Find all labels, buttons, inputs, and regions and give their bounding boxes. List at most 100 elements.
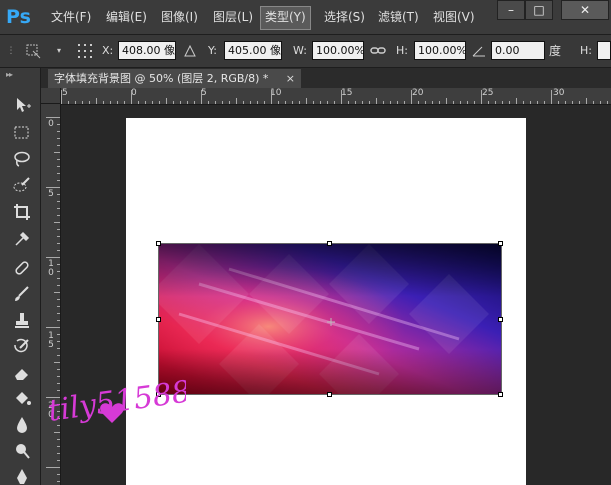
ruler-label: 30 [553, 88, 565, 98]
height-field[interactable]: 100.00% [414, 41, 466, 60]
pen-tool-icon[interactable] [10, 466, 34, 485]
document-workspace[interactable] [61, 105, 611, 485]
ruler-tick [57, 138, 60, 139]
ruler-label: 20 [412, 88, 424, 98]
blur-tool-icon[interactable] [10, 414, 34, 436]
ruler-tick [57, 145, 60, 146]
ruler-tick [509, 101, 510, 104]
ruler-tick [103, 101, 104, 104]
ruler-tick [159, 101, 160, 104]
ruler-tick [57, 418, 60, 419]
ruler-tick [57, 131, 60, 132]
paint-bucket-tool-icon[interactable] [10, 388, 34, 410]
clone-stamp-tool-icon[interactable] [10, 310, 34, 332]
minimize-button[interactable]: – [497, 0, 525, 20]
ruler-tick [586, 98, 587, 104]
menu-view[interactable]: 视图(V) [429, 6, 479, 28]
crop-tool-icon[interactable] [10, 201, 34, 223]
lasso-tool-icon[interactable] [10, 148, 34, 170]
horizontal-ruler[interactable]: 5 0 5 10 15 20 25 30 [61, 88, 611, 105]
transform-handle-top-left[interactable] [156, 241, 161, 246]
link-icon[interactable] [369, 42, 387, 60]
ruler-tick [544, 101, 545, 104]
ruler-tick [57, 474, 60, 475]
menu-file[interactable]: 文件(F) [47, 6, 95, 28]
ruler-tick [61, 90, 62, 104]
toolbox-collapse-icon[interactable]: ▸▸ [6, 70, 13, 79]
ps-logo: Ps [6, 6, 31, 28]
ruler-tick [222, 101, 223, 104]
ruler-tick [57, 208, 60, 209]
ruler-tick [110, 101, 111, 104]
ruler-tick [57, 243, 60, 244]
ruler-tick [57, 215, 60, 216]
ruler-tick [57, 173, 60, 174]
transform-handle-top-right[interactable] [498, 241, 503, 246]
transform-tool-icon[interactable] [24, 42, 42, 60]
ruler-tick [481, 90, 482, 104]
ruler-tick [411, 90, 412, 104]
h-skew-label: H: [580, 44, 592, 57]
healing-brush-tool-icon[interactable] [10, 257, 34, 279]
ruler-tick [57, 236, 60, 237]
menu-select[interactable]: 选择(S) [320, 6, 369, 28]
ruler-tick [551, 90, 552, 104]
brush-tool-icon[interactable] [10, 283, 34, 305]
tool-preset-dropdown-icon[interactable]: ▾ [50, 42, 68, 60]
ruler-tick [180, 101, 181, 104]
delta-icon[interactable] [181, 42, 199, 60]
ruler-tick [516, 98, 517, 104]
menu-filter[interactable]: 滤镜(T) [374, 6, 423, 28]
transform-handle-left[interactable] [156, 317, 161, 322]
menu-image[interactable]: 图像(I) [157, 6, 202, 28]
ruler-tick [57, 180, 60, 181]
quick-selection-tool-icon[interactable] [10, 174, 34, 196]
ruler-tick [579, 101, 580, 104]
menu-edit[interactable]: 编辑(E) [102, 6, 151, 28]
ruler-tick [89, 101, 90, 104]
eraser-tool-icon[interactable] [10, 362, 34, 384]
document-tab-bar: 字体填充背景图 @ 50% (图层 2, RGB/8) * × [41, 68, 611, 88]
angle-icon[interactable] [470, 42, 488, 60]
ruler-tick [418, 101, 419, 104]
width-field[interactable]: 100.00% [312, 41, 364, 60]
vertical-ruler[interactable]: 0 5 1 0 1 5 2 0 [41, 104, 61, 485]
ruler-tick [57, 453, 60, 454]
close-tab-icon[interactable]: × [286, 69, 295, 88]
ruler-tick [57, 320, 60, 321]
maximize-button[interactable]: □ [525, 0, 553, 20]
ruler-tick [152, 101, 153, 104]
menu-layer[interactable]: 图层(L) [209, 6, 257, 28]
x-position-field[interactable]: 408.00 像 [118, 41, 176, 60]
ruler-tick [236, 98, 237, 104]
ruler-tick [194, 101, 195, 104]
menu-type[interactable]: 类型(Y) [260, 6, 311, 30]
ruler-tick [243, 101, 244, 104]
reference-point-icon[interactable] [76, 42, 94, 60]
x-label: X: [102, 44, 114, 57]
ruler-tick [257, 101, 258, 104]
transform-handle-bottom[interactable] [327, 392, 332, 397]
transform-handle-bottom-left[interactable] [156, 392, 161, 397]
ruler-tick [57, 411, 60, 412]
transform-handle-bottom-right[interactable] [498, 392, 503, 397]
ruler-origin[interactable] [41, 88, 61, 104]
marquee-tool-icon[interactable] [10, 122, 34, 144]
transform-handle-top[interactable] [327, 241, 332, 246]
history-brush-tool-icon[interactable] [10, 336, 34, 358]
ruler-tick [57, 250, 60, 251]
ruler-tick [523, 101, 524, 104]
transform-handle-right[interactable] [498, 317, 503, 322]
ruler-tick [57, 201, 60, 202]
h-skew-field[interactable] [597, 41, 611, 60]
y-position-field[interactable]: 405.00 像 [224, 41, 282, 60]
ruler-tick [54, 362, 60, 363]
dodge-tool-icon[interactable] [10, 440, 34, 462]
move-tool-icon[interactable] [10, 94, 34, 116]
ruler-tick [285, 101, 286, 104]
document-tab[interactable]: 字体填充背景图 @ 50% (图层 2, RGB/8) * × [48, 69, 301, 88]
rotation-angle-field[interactable]: 0.00 [491, 41, 545, 60]
eyedropper-tool-icon[interactable] [10, 227, 34, 249]
transform-center-point-icon[interactable] [327, 315, 335, 326]
close-button[interactable]: ✕ [561, 0, 609, 20]
